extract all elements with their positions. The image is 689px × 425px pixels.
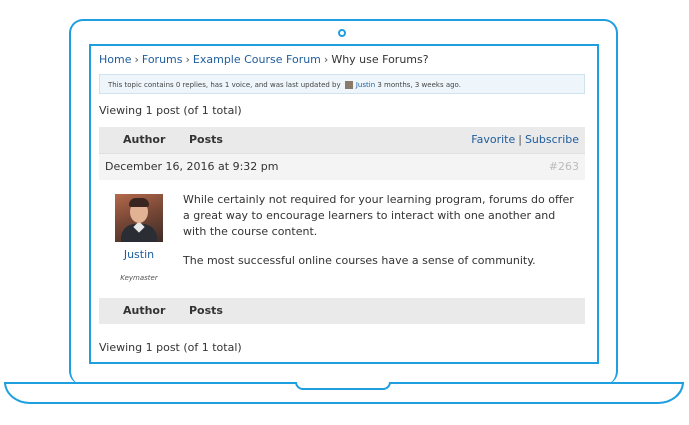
favorite-link[interactable]: Favorite: [471, 133, 515, 146]
notice-time: 3 months, 3 weeks ago.: [377, 81, 461, 89]
breadcrumb-home-link[interactable]: Home: [99, 53, 131, 66]
post-meta-row: December 16, 2016 at 9:32 pm #263: [99, 153, 585, 180]
actions-separator: |: [518, 133, 522, 146]
breadcrumb-separator: ›: [323, 53, 329, 66]
header-posts: Posts: [189, 133, 223, 146]
breadcrumb-course-forum-link[interactable]: Example Course Forum: [193, 53, 321, 66]
mini-avatar: [344, 81, 353, 89]
post-body: Justin Keymaster While certainly not req…: [99, 180, 585, 298]
post-paragraph: The most successful online courses have …: [183, 254, 536, 267]
viewing-count-bottom: Viewing 1 post (of 1 total): [99, 341, 242, 354]
laptop-camera: [338, 29, 346, 37]
post-paragraph: While certainly not required for your le…: [183, 193, 574, 238]
footer-author: Author: [123, 304, 166, 317]
author-name-link[interactable]: Justin: [115, 248, 163, 261]
viewing-count-top: Viewing 1 post (of 1 total): [99, 104, 242, 117]
breadcrumb: Home › Forums › Example Course Forum › Why use…: [99, 52, 585, 68]
author-role: Keymaster: [120, 274, 158, 282]
breadcrumb-separator: ›: [185, 53, 190, 66]
notice-text: This topic contains 0 replies, has 1 voi…: [108, 81, 341, 89]
topic-actions: Favorite | Subscribe: [471, 127, 579, 153]
breadcrumb-current: Why use Forums?: [331, 53, 429, 66]
forum-topic: Home › Forums › Example Course Forum › Why use…: [99, 52, 585, 356]
avatar-hair: [129, 198, 149, 207]
laptop-notch: [295, 382, 391, 390]
post-date: December 16, 2016 at 9:32 pm: [105, 160, 279, 173]
footer-posts: Posts: [189, 304, 223, 317]
subscribe-link[interactable]: Subscribe: [525, 133, 579, 146]
posts-header: Author Posts Favorite | Subscribe: [99, 127, 585, 153]
topic-info-notice: This topic contains 0 replies, has 1 voi…: [99, 74, 585, 94]
breadcrumb-forums-link[interactable]: Forums: [142, 53, 183, 66]
header-author: Author: [123, 133, 166, 146]
notice-user-link[interactable]: Justin: [356, 81, 375, 89]
author-avatar[interactable]: [115, 194, 163, 242]
breadcrumb-separator: ›: [134, 53, 139, 66]
laptop-screen: Home › Forums › Example Course Forum › Why use…: [89, 44, 599, 364]
post-content: While certainly not required for your le…: [183, 192, 579, 282]
posts-footer: Author Posts: [99, 298, 585, 324]
post-permalink[interactable]: #263: [549, 154, 579, 180]
